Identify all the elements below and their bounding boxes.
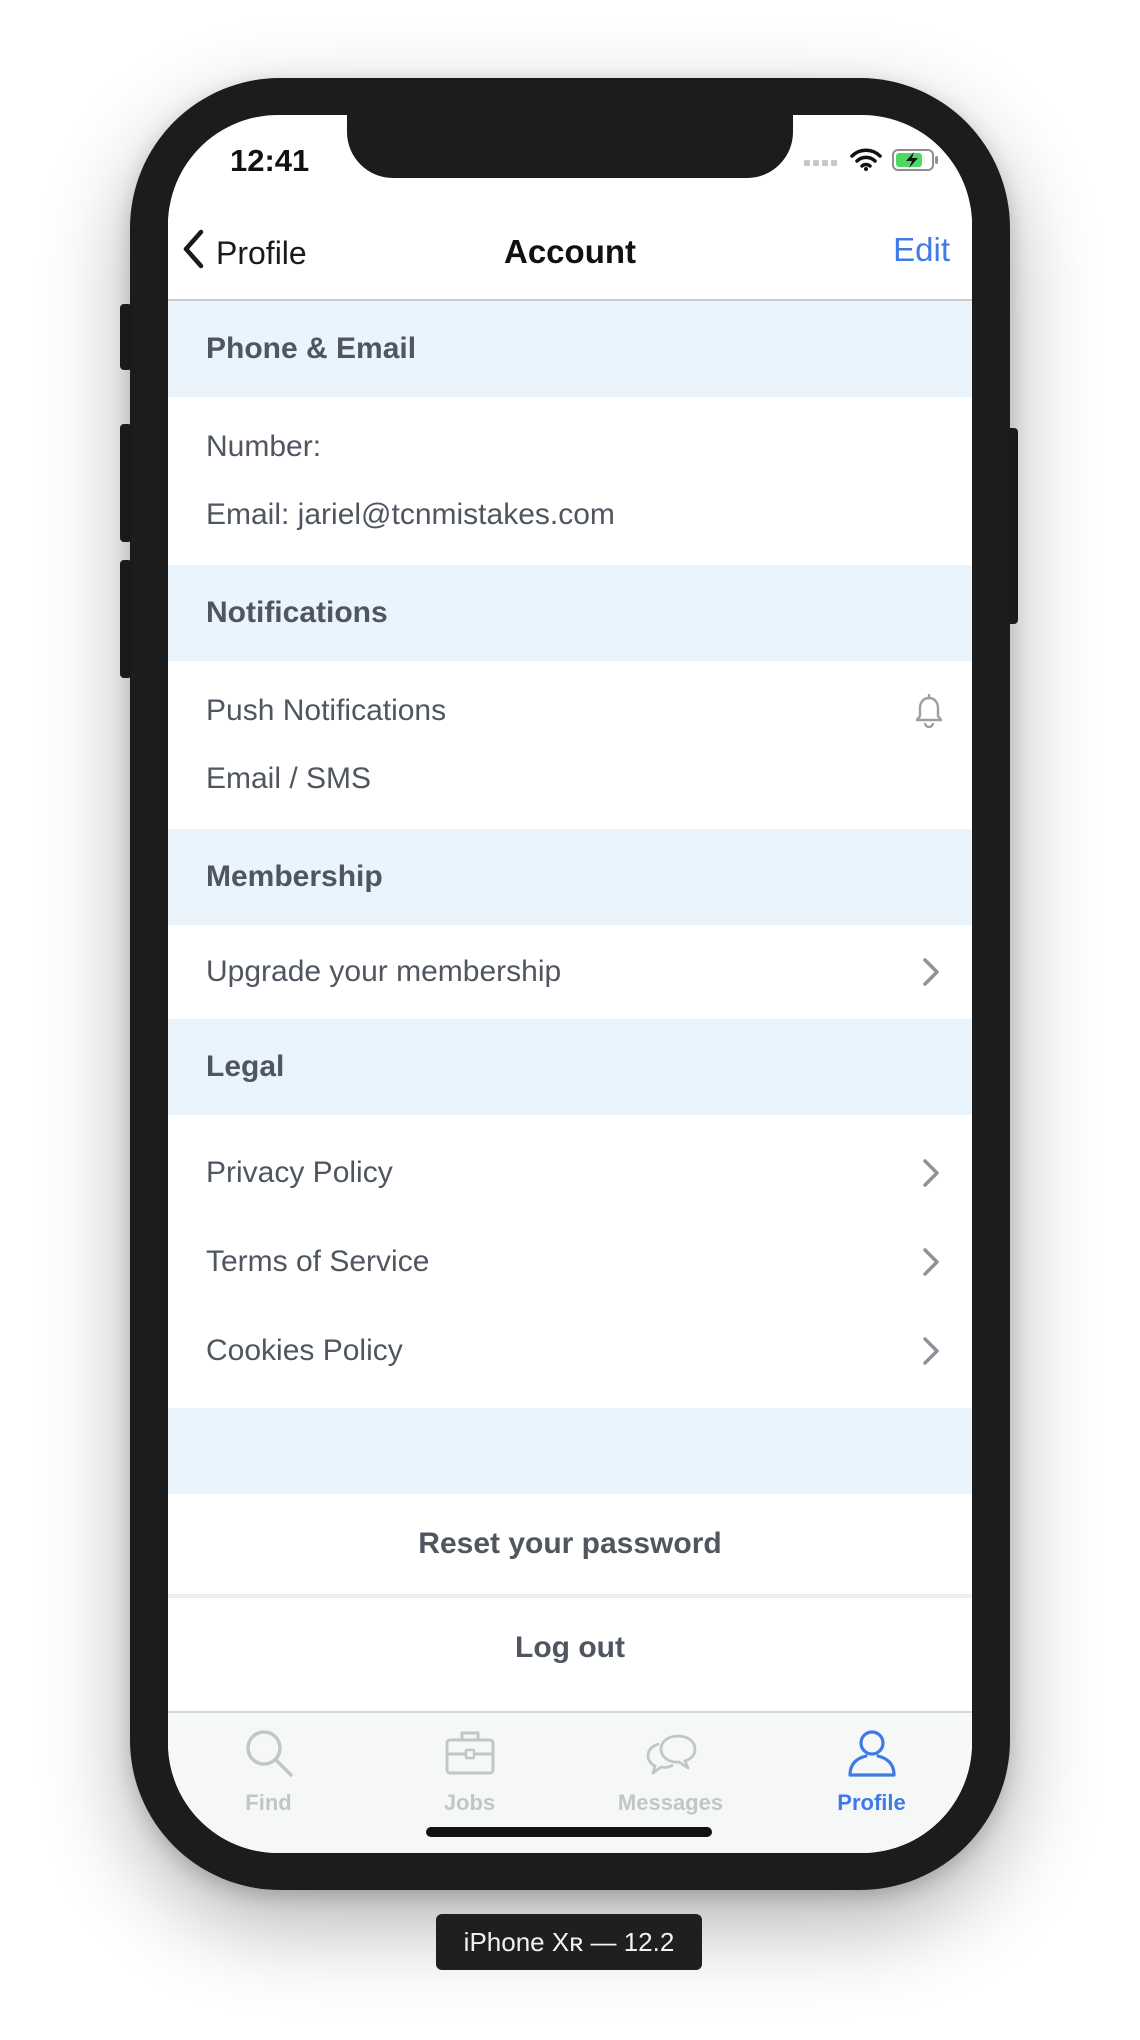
device-label: iPhone Xʀ — 12.2 [436,1914,702,1970]
section-header-membership: Membership [168,829,972,925]
screen: 12:41 Profile Account Edit Phone & Email… [168,115,972,1853]
email-sms-label: Email / SMS [206,762,372,795]
section-header-phone-email: Phone & Email [168,301,972,397]
signal-icon [804,153,840,171]
notifications-group: Push Notifications Email / SMS [168,661,972,829]
mute-switch [120,304,132,370]
chevron-right-icon [922,1158,940,1188]
log-out-button[interactable]: Log out [168,1598,972,1698]
upgrade-membership-row[interactable]: Upgrade your membership [168,938,972,1006]
cookies-policy-label: Cookies Policy [206,1333,403,1367]
email-label: Email: jariel@tcnmistakes.com [206,498,615,531]
notch [347,115,793,178]
page-title: Account [504,233,636,270]
volume-up-button [120,424,132,542]
email-sms-row[interactable]: Email / SMS [168,745,972,813]
chevron-right-icon [922,957,940,987]
status-time: 12:41 [230,143,310,178]
tab-label-find: Find [245,1790,292,1815]
battery-icon [892,148,940,177]
section-header-legal: Legal [168,1019,972,1115]
tab-label-jobs: Jobs [443,1790,496,1815]
volume-down-button [120,560,132,678]
chat-bubbles-icon [645,1727,697,1784]
legal-group: Privacy Policy Terms of Service Cookies … [168,1115,972,1408]
email-row[interactable]: Email: jariel@tcnmistakes.com [168,481,972,549]
status-icons [804,148,940,177]
person-icon [846,1727,898,1784]
privacy-policy-row[interactable]: Privacy Policy [168,1128,972,1217]
tab-find[interactable]: Find [168,1713,369,1853]
section-spacer [168,1408,972,1494]
push-notifications-label: Push Notifications [206,694,447,727]
tab-profile[interactable]: Profile [771,1713,972,1853]
bell-icon[interactable] [914,693,944,729]
number-row[interactable]: Number: [168,413,972,481]
tab-label-profile: Profile [837,1790,906,1815]
power-button [1006,428,1018,624]
section-header-notifications: Notifications [168,565,972,661]
chevron-right-icon [922,1247,940,1277]
privacy-policy-label: Privacy Policy [206,1155,393,1189]
briefcase-icon [444,1727,496,1784]
chevron-right-icon [922,1336,940,1366]
upgrade-membership-label: Upgrade your membership [206,955,562,988]
account-list: Phone & Email Number: Email: jariel@tcnm… [168,301,972,1698]
reset-password-button[interactable]: Reset your password [168,1494,972,1594]
push-notifications-row[interactable]: Push Notifications [168,677,972,745]
wifi-icon [850,148,882,177]
phone-email-group: Number: Email: jariel@tcnmistakes.com [168,397,972,565]
tab-label-messages: Messages [617,1790,724,1815]
home-indicator[interactable] [426,1827,712,1837]
navigation-bar: Profile Account Edit [168,207,972,301]
cookies-policy-row[interactable]: Cookies Policy [168,1306,972,1395]
terms-of-service-label: Terms of Service [206,1244,430,1278]
terms-of-service-row[interactable]: Terms of Service [168,1217,972,1306]
search-icon [243,1727,295,1784]
number-label: Number: [206,430,322,463]
membership-group: Upgrade your membership [168,925,972,1019]
edit-button[interactable]: Edit [893,231,950,269]
